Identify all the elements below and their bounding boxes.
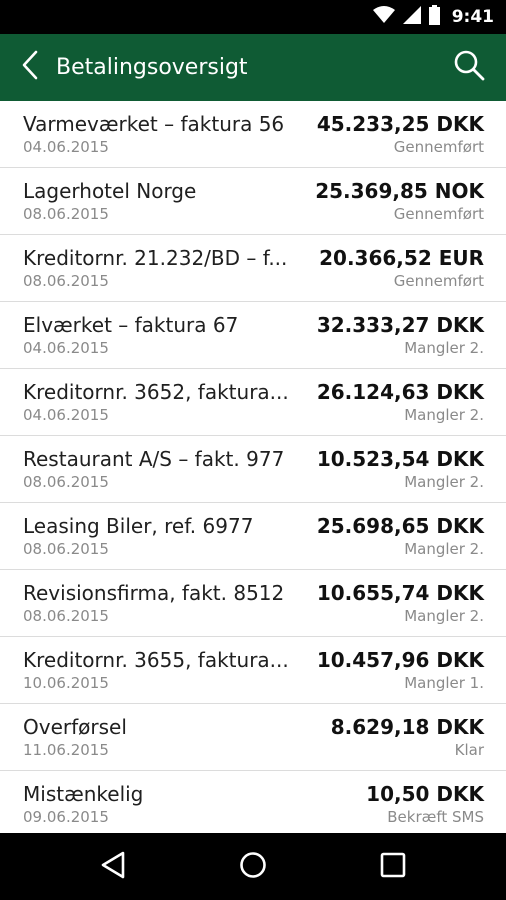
payment-row[interactable]: Kreditornr. 21.232/BD – f... 08.06.2015 20…	[0, 235, 506, 302]
payment-row[interactable]: Revisionsfirma, fakt. 8512 08.06.2015 10.6…	[0, 570, 506, 637]
payment-title: Kreditornr. 21.232/BD – f...	[23, 246, 288, 270]
payment-row[interactable]: Lagerhotel Norge 08.06.2015 25.369,85 NOK G…	[0, 168, 506, 235]
payment-row[interactable]: Varmeværket – faktura 56 04.06.2015 45.233…	[0, 101, 506, 168]
status-bar: 9:41	[0, 0, 506, 34]
payment-date: 08.06.2015	[23, 473, 109, 491]
payment-row[interactable]: Leasing Biler, ref. 6977 08.06.2015 25.698…	[0, 503, 506, 570]
search-icon	[453, 49, 485, 85]
payment-status: Mangler 2.	[404, 473, 484, 491]
payment-date: 10.06.2015	[23, 674, 109, 692]
nav-home-button[interactable]	[227, 841, 279, 893]
back-button[interactable]	[10, 44, 50, 90]
nav-recents-button[interactable]	[367, 841, 419, 893]
payment-title: Leasing Biler, ref. 6977	[23, 514, 254, 538]
app-bar: Betalingsoversigt	[0, 34, 506, 101]
payment-status: Mangler 2.	[404, 540, 484, 558]
payment-status: Gennemført	[393, 138, 484, 156]
payment-row[interactable]: Kreditornr. 3652, faktura... 04.06.2015 26…	[0, 369, 506, 436]
wifi-icon	[372, 6, 395, 28]
payment-title: Revisionsfirma, fakt. 8512	[23, 581, 285, 605]
payment-date: 08.06.2015	[23, 540, 109, 558]
payment-date: 09.06.2015	[23, 808, 109, 826]
status-time: 9:41	[451, 7, 494, 27]
payment-date: 04.06.2015	[23, 339, 109, 357]
payment-amount: 25.369,85 NOK	[315, 179, 484, 203]
payment-status: Mangler 1.	[404, 674, 484, 692]
payment-status: Gennemført	[393, 205, 484, 223]
signal-icon	[402, 6, 421, 28]
payment-amount: 45.233,25 DKK	[316, 112, 484, 136]
payment-amount: 10.457,96 DKK	[316, 648, 484, 672]
payment-amount: 10.655,74 DKK	[316, 581, 484, 605]
payment-status: Mangler 2.	[404, 607, 484, 625]
payment-date: 08.06.2015	[23, 272, 109, 290]
back-triangle-icon	[100, 851, 126, 883]
payment-amount: 10,50 DKK	[366, 782, 484, 806]
battery-icon	[428, 5, 440, 29]
payment-status: Klar	[454, 741, 484, 759]
navigation-bar	[0, 833, 506, 900]
payment-status: Bekræft SMS	[387, 808, 484, 826]
home-circle-icon	[239, 851, 267, 883]
payment-amount: 10.523,54 DKK	[316, 447, 484, 471]
payment-row[interactable]: Kreditornr. 3655, faktura... 10.06.2015 10…	[0, 637, 506, 704]
payment-amount: 26.124,63 DKK	[316, 380, 484, 404]
payment-title: Varmeværket – faktura 56	[23, 112, 285, 136]
payment-status: Gennemført	[393, 272, 484, 290]
payment-date: 11.06.2015	[23, 741, 109, 759]
payment-title: Elværket – faktura 67	[23, 313, 239, 337]
payment-date: 04.06.2015	[23, 406, 109, 424]
payment-date: 04.06.2015	[23, 138, 109, 156]
search-button[interactable]	[448, 46, 490, 88]
payment-title: Kreditornr. 3652, faktura...	[23, 380, 289, 404]
payment-row[interactable]: Overførsel 11.06.2015 8.629,18 DKK Klar	[0, 704, 506, 771]
payment-status: Mangler 2.	[404, 339, 484, 357]
payment-amount: 25.698,65 DKK	[316, 514, 484, 538]
payment-amount: 8.629,18 DKK	[330, 715, 484, 739]
payment-row[interactable]: Restaurant A/S – fakt. 977 08.06.2015 10.5…	[0, 436, 506, 503]
status-icons: 9:41	[372, 0, 494, 34]
chevron-left-icon	[20, 50, 40, 84]
recents-square-icon	[380, 852, 406, 882]
nav-back-button[interactable]	[87, 841, 139, 893]
payment-title: Restaurant A/S – fakt. 977	[23, 447, 285, 471]
payment-date: 08.06.2015	[23, 607, 109, 625]
payment-row[interactable]: Mistænkelig 09.06.2015 10,50 DKK Bekræft SM…	[0, 771, 506, 833]
payment-status: Mangler 2.	[404, 406, 484, 424]
payment-title: Kreditornr. 3655, faktura...	[23, 648, 289, 672]
payment-title: Lagerhotel Norge	[23, 179, 197, 203]
payment-amount: 20.366,52 EUR	[319, 246, 484, 270]
payment-title: Mistænkelig	[23, 782, 144, 806]
payment-amount: 32.333,27 DKK	[316, 313, 484, 337]
payment-row[interactable]: Elværket – faktura 67 04.06.2015 32.333,27…	[0, 302, 506, 369]
payment-list: Varmeværket – faktura 56 04.06.2015 45.233…	[0, 101, 506, 833]
page-title: Betalingsoversigt	[56, 55, 248, 80]
payment-title: Overførsel	[23, 715, 127, 739]
payment-date: 08.06.2015	[23, 205, 109, 223]
